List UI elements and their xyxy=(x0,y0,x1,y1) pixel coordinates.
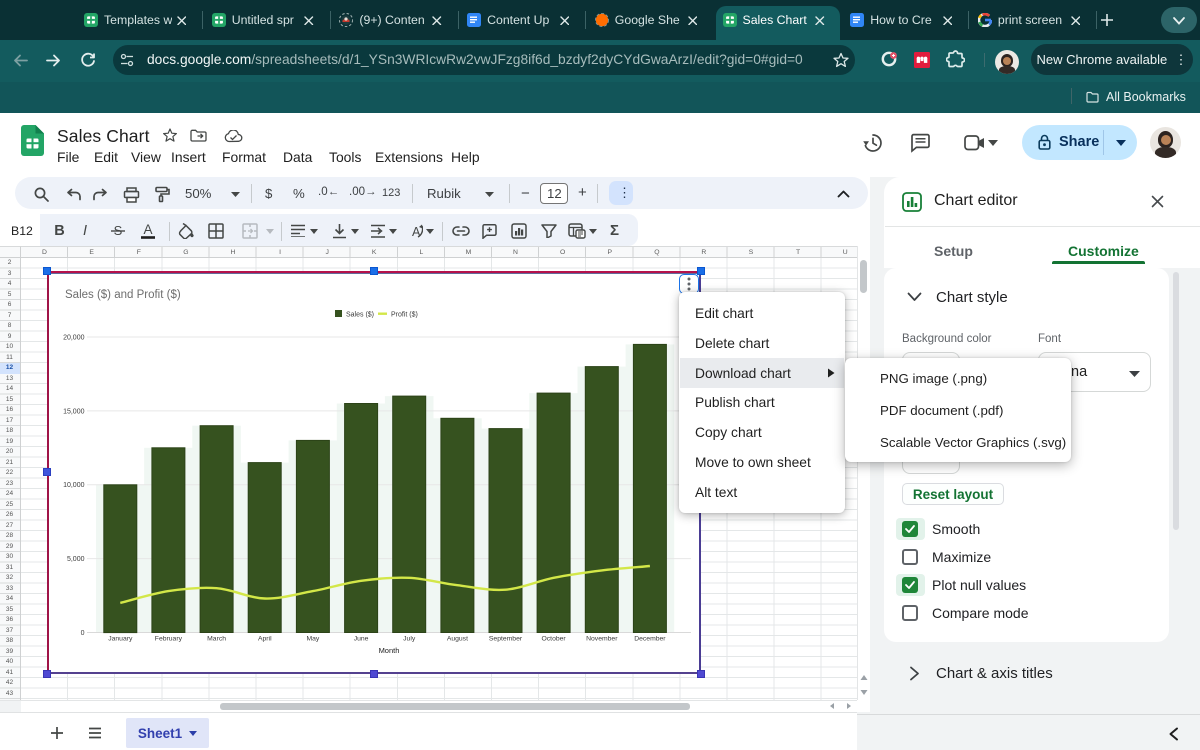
svg-text:April: April xyxy=(258,636,272,643)
svg-text:15,000: 15,000 xyxy=(63,408,85,415)
svg-text:May: May xyxy=(306,636,319,643)
svg-text:June: June xyxy=(354,636,369,643)
svg-text:10,000: 10,000 xyxy=(63,482,85,489)
svg-text:December: December xyxy=(634,636,666,643)
svg-text:November: November xyxy=(586,636,618,643)
svg-text:September: September xyxy=(489,636,523,643)
svg-text:Profit ($): Profit ($) xyxy=(391,312,418,319)
svg-text:Sales ($): Sales ($) xyxy=(346,312,374,319)
svg-text:March: March xyxy=(207,636,226,643)
svg-text:July: July xyxy=(403,636,416,643)
svg-text:February: February xyxy=(155,636,183,643)
svg-text:Month: Month xyxy=(379,646,400,655)
svg-text:Sales ($) and Profit ($): Sales ($) and Profit ($) xyxy=(65,289,181,301)
svg-text:August: August xyxy=(447,636,468,643)
svg-text:0: 0 xyxy=(81,630,85,637)
svg-text:January: January xyxy=(108,636,133,643)
svg-text:A: A xyxy=(143,223,152,237)
svg-text:October: October xyxy=(542,636,567,643)
svg-text:20,000: 20,000 xyxy=(63,335,85,342)
svg-text:5,000: 5,000 xyxy=(67,556,85,563)
